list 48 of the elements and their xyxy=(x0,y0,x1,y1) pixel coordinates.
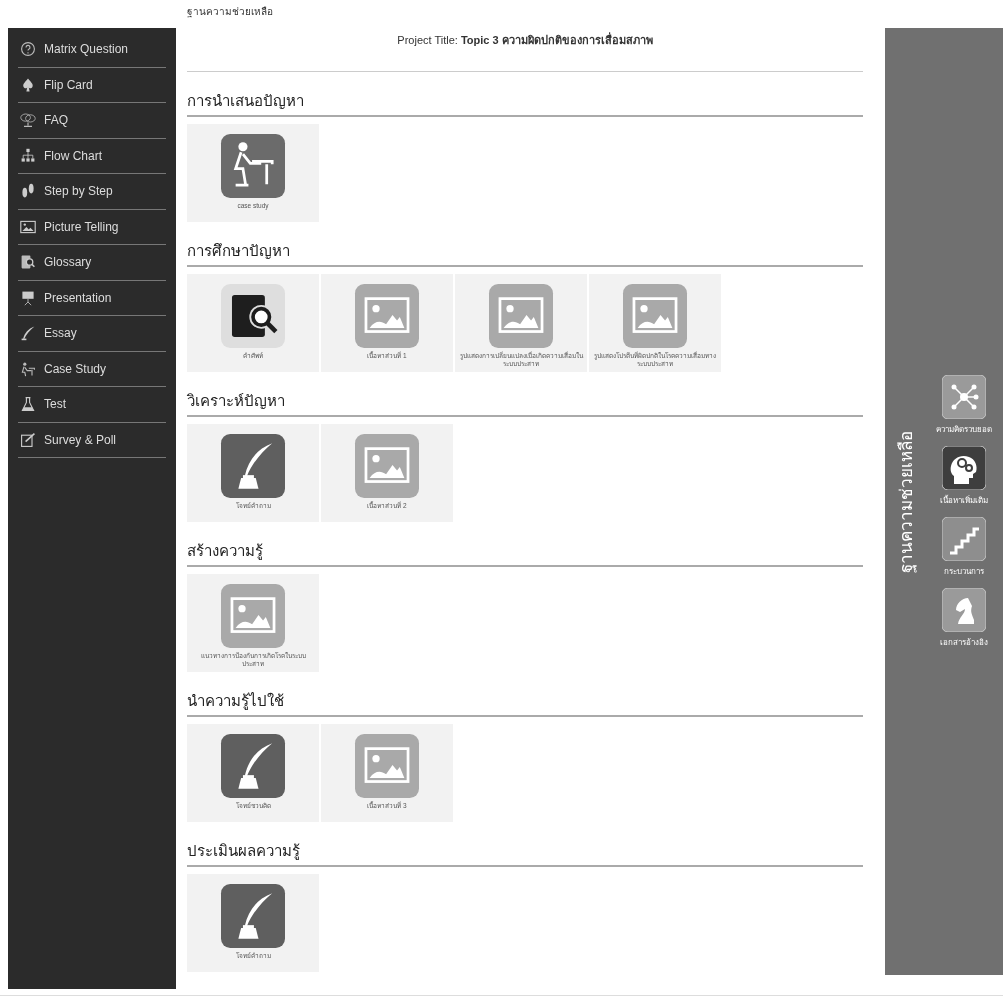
section-heading: นำความรู้ไปใช้ xyxy=(187,689,863,717)
sidebar-item[interactable]: Matrix Question xyxy=(18,32,166,68)
image-icon xyxy=(488,284,554,348)
image-icon xyxy=(622,284,688,348)
presentation-icon xyxy=(20,289,36,306)
question-icon xyxy=(20,41,36,58)
image-icon xyxy=(354,284,420,348)
help-item[interactable]: ความคิดรวบยอด xyxy=(934,374,994,436)
chess-knight-icon xyxy=(942,587,986,632)
flask-icon xyxy=(20,396,36,413)
help-panel-title: ฐานความช่วยเหลือ xyxy=(896,430,918,573)
sidebar-item[interactable]: Presentation xyxy=(18,280,166,316)
sidebar-item[interactable]: Glossary xyxy=(18,245,166,281)
picture-icon xyxy=(20,218,36,235)
survey-icon xyxy=(20,431,36,448)
section-heading: การนำเสนอปัญหา xyxy=(187,89,863,117)
breadcrumb: ฐานความช่วยเหลือ xyxy=(187,5,274,19)
quill-ink-icon xyxy=(220,434,286,498)
sidebar-item[interactable]: Case Study xyxy=(18,351,166,387)
sidebar-item[interactable]: Test xyxy=(18,387,166,423)
quill-ink-icon xyxy=(220,884,286,948)
sidebar-item[interactable]: Step by Step xyxy=(18,174,166,210)
flow-icon xyxy=(20,147,36,164)
section-heading: สร้างความรู้ xyxy=(187,539,863,567)
sidebar-item[interactable]: FAQ xyxy=(18,103,166,139)
stairs-icon xyxy=(942,516,986,561)
glossary-icon xyxy=(20,254,36,271)
help-item[interactable]: กระบวนการ xyxy=(934,516,994,578)
quill-ink-icon xyxy=(220,734,286,798)
image-icon xyxy=(354,734,420,798)
book-search-icon xyxy=(220,284,286,348)
section-heading: วิเคราะห์ปัญหา xyxy=(187,389,863,417)
image-icon xyxy=(220,584,286,648)
help-item[interactable]: เอกสารอ้างอิง xyxy=(934,587,994,649)
sidebar-item[interactable]: Essay xyxy=(18,316,166,352)
project-title: Project Title: Topic 3 ความผิดปกติของการเสื่อมสภาพ xyxy=(396,31,654,48)
head-gears-icon xyxy=(942,445,986,490)
sidebar-item[interactable]: Flow Chart xyxy=(18,138,166,174)
sidebar-item[interactable]: Flip Card xyxy=(18,67,166,103)
spade-icon xyxy=(20,76,36,93)
image-icon xyxy=(354,434,420,498)
section-heading: การศึกษาปัญหา xyxy=(187,239,863,267)
person-at-desk-icon xyxy=(220,134,286,198)
sidebar-item[interactable]: Survey & Poll xyxy=(18,422,166,458)
sidebar-item[interactable]: Picture Telling xyxy=(18,209,166,245)
section-heading: ประเมินผลความรู้ xyxy=(187,839,863,867)
help-item[interactable]: เนื้อหาเพิ่มเติม xyxy=(934,445,994,507)
network-icon xyxy=(942,374,986,419)
